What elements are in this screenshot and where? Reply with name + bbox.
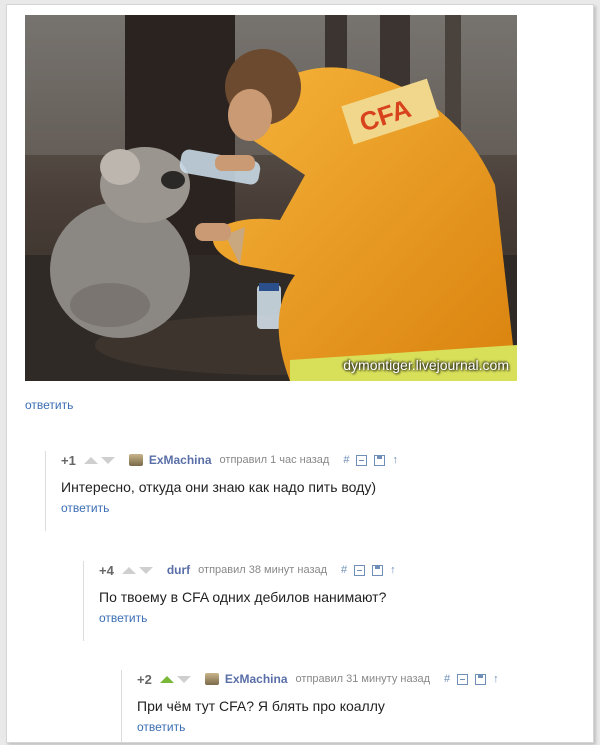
comment-timestamp: отправил 31 минуту назад [295,673,431,685]
comment-author[interactable]: ExMachina [225,672,288,686]
vote-up-icon[interactable] [159,675,174,683]
collapse-icon[interactable] [457,673,469,685]
comment-3: +2 ExMachina отправил 31 минуту назад # … [121,670,587,742]
permalink-icon[interactable]: # [343,454,349,466]
vote-up-icon[interactable] [121,566,136,574]
comment-reply-link[interactable]: ответить [99,611,587,625]
avatar-icon[interactable] [128,454,143,466]
thread-line [45,451,46,531]
parent-arrow-icon[interactable]: ↑ [493,673,499,685]
comment-timestamp: отправил 38 минут назад [198,564,328,576]
comment-author[interactable]: ExMachina [149,453,212,467]
comment-timestamp: отправил 1 час назад [219,454,330,466]
post-photo: CFA dymontiger.livejournal.com [25,15,517,381]
thread-line [121,670,122,742]
thread-line [83,561,84,641]
comment-reply-link[interactable]: ответить [61,501,587,515]
collapse-icon[interactable] [356,454,368,466]
comment-author[interactable]: durf [167,563,190,577]
vote-down-icon[interactable] [138,566,153,574]
comment-tools: # ↑ [444,673,499,685]
comment-1: +1 ExMachina отправил 1 час назад # ↑ Ин… [45,451,587,531]
koala-firefighter-image: CFA [25,15,517,381]
comment-tools: # ↑ [343,454,398,466]
parent-arrow-icon[interactable]: ↑ [392,454,398,466]
save-icon[interactable] [475,673,487,685]
post-card: CFA dymontiger.livejournal.com ответить … [6,4,594,743]
permalink-icon[interactable]: # [444,673,450,685]
comment-tools: # ↑ [341,564,396,576]
comment-rating: +2 [137,671,152,687]
comment-text: Интересно, откуда они знаю как надо пить… [61,479,376,495]
vote-up-icon[interactable] [83,456,98,464]
vote-down-icon[interactable] [100,456,115,464]
save-icon[interactable] [374,454,386,466]
comment-header: +1 ExMachina отправил 1 час назад # ↑ [61,451,587,469]
comment-rating: +1 [61,452,76,468]
watermark: dymontiger.livejournal.com [343,357,509,373]
save-icon[interactable] [372,564,384,576]
comment-rating: +4 [99,562,114,578]
vote-down-icon[interactable] [176,675,191,683]
permalink-icon[interactable]: # [341,564,347,576]
avatar-icon[interactable] [204,673,219,685]
comment-2: +4 durf отправил 38 минут назад # ↑ По т… [83,561,587,641]
collapse-icon[interactable] [354,564,366,576]
parent-arrow-icon[interactable]: ↑ [390,564,396,576]
comment-text: При чём тут CFA? Я блять про коаллу [137,698,385,714]
comment-text: По твоему в CFA одних дебилов нанимают? [99,589,387,605]
comment-header: +2 ExMachina отправил 31 минуту назад # … [137,670,587,688]
comment-header: +4 durf отправил 38 минут назад # ↑ [99,561,587,579]
post-reply-link[interactable]: ответить [25,398,73,412]
comment-reply-link[interactable]: ответить [137,720,587,734]
